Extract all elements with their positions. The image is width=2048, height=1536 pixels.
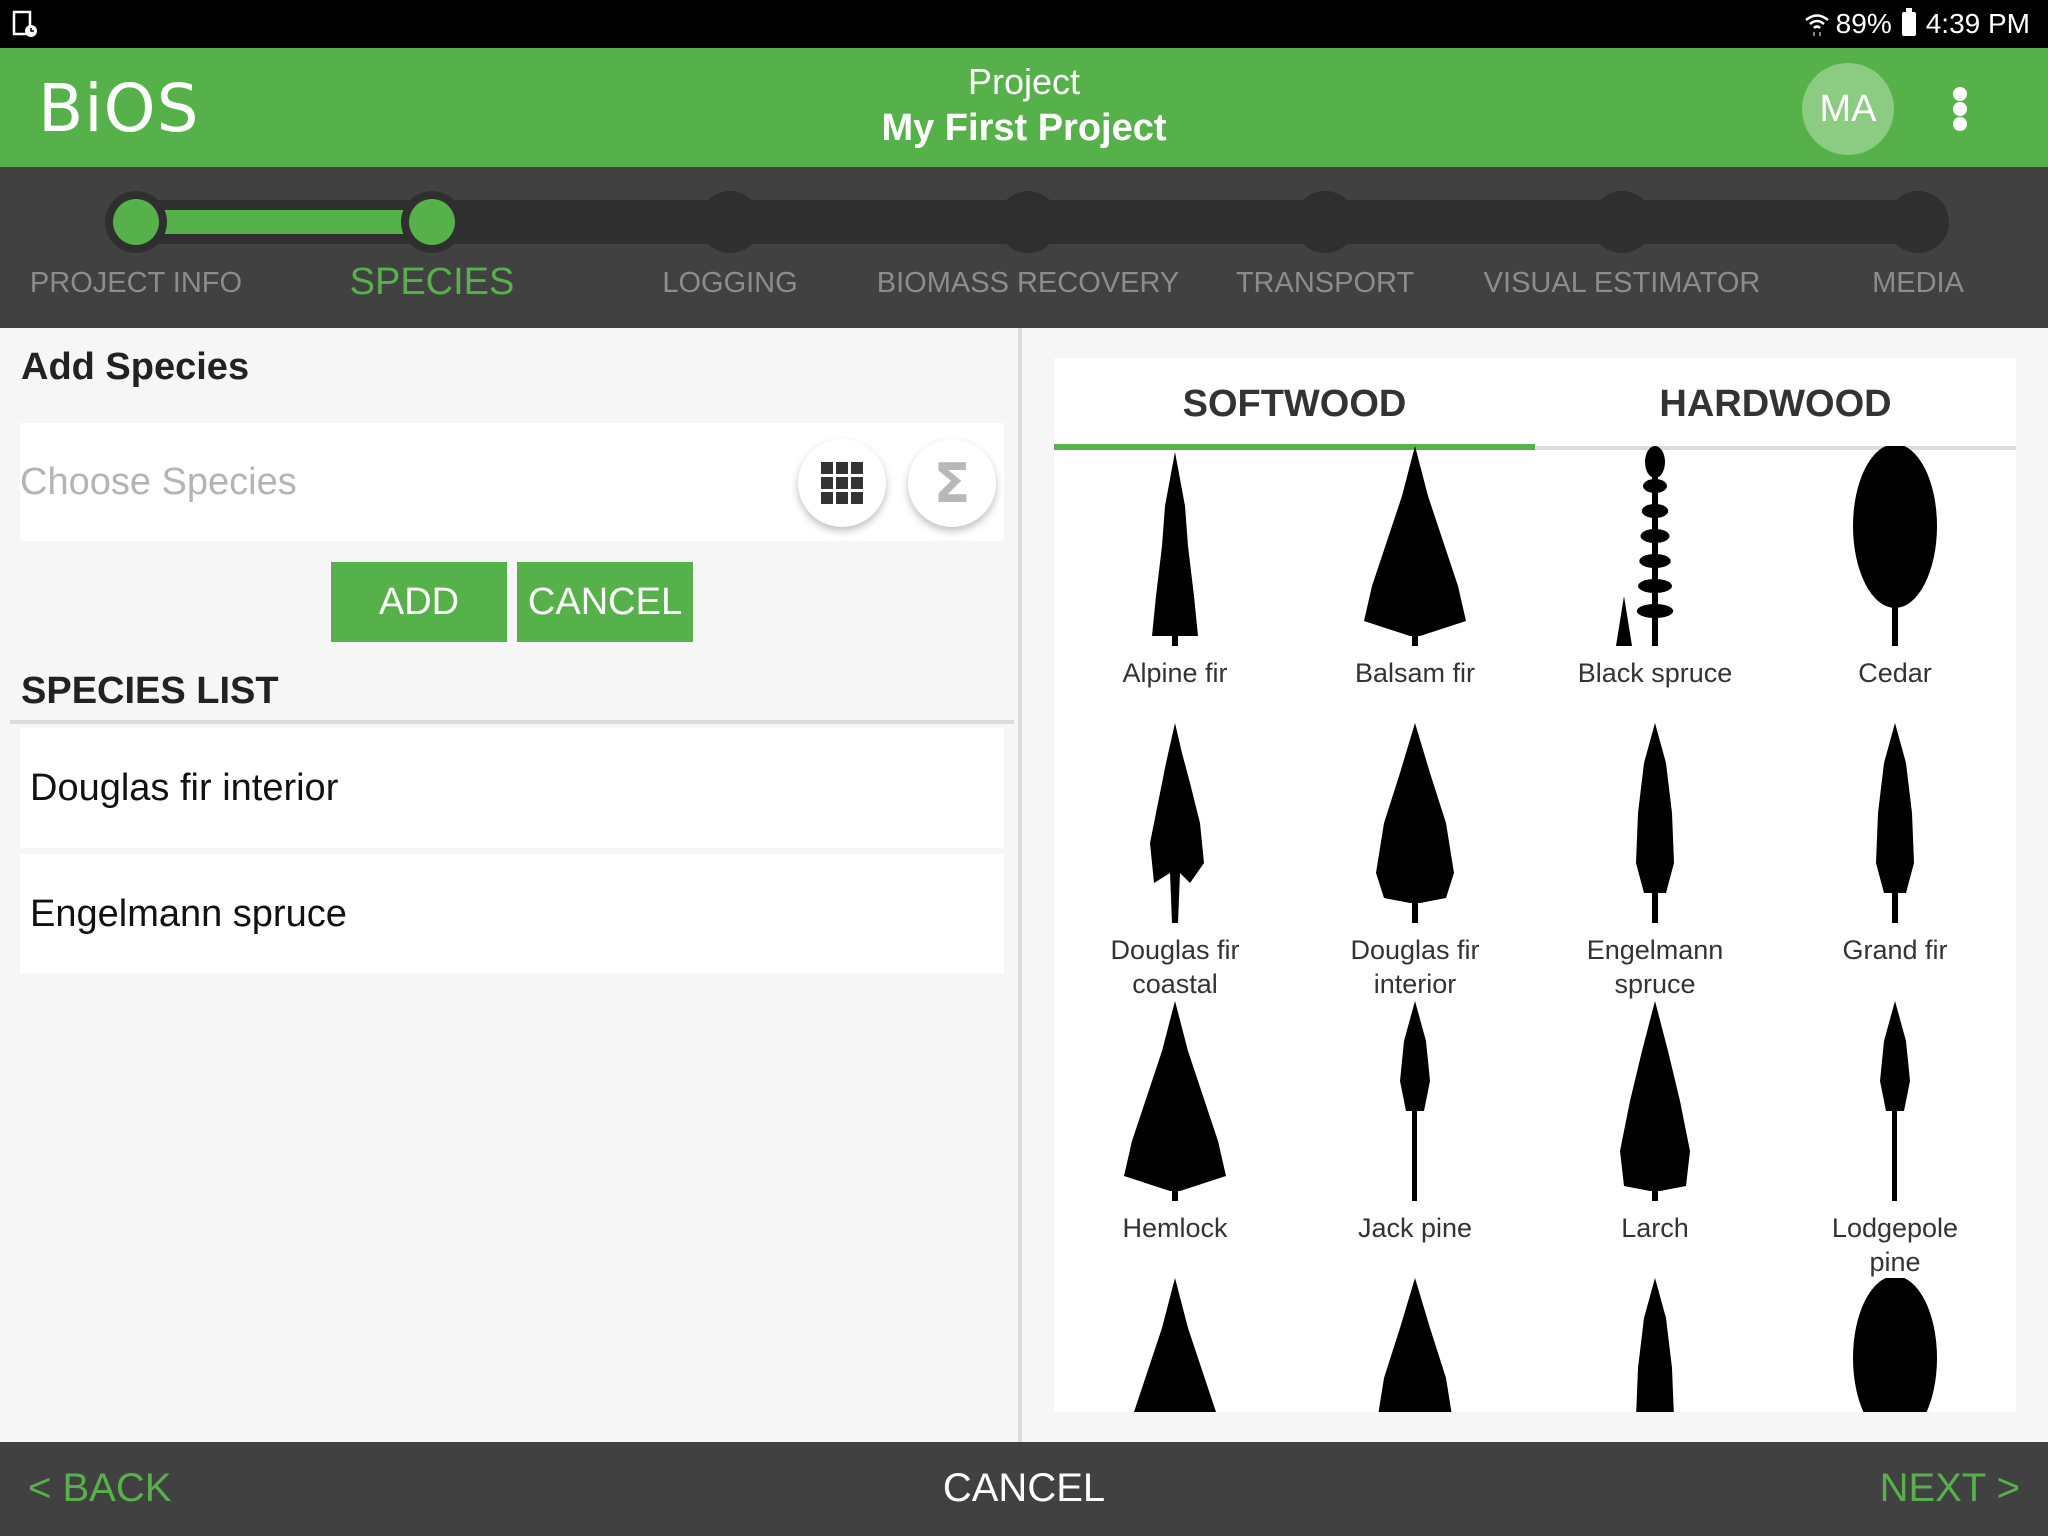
app-header: BiOS Project My First Project MA (0, 48, 2048, 167)
species-picker-panel: SOFTWOOD HARDWOOD Alpine fir Balsam fir Bl… (1022, 328, 2048, 1442)
tree-option[interactable]: Balsam fir (1292, 446, 1538, 690)
tree-option-label: Grand fir (1842, 935, 1948, 965)
tree-option[interactable] (1054, 1278, 1298, 1412)
step-node-4[interactable] (997, 191, 1059, 253)
user-avatar[interactable]: MA (1802, 63, 1894, 155)
balsam-fir-tree-icon (1292, 446, 1538, 646)
tree-option[interactable]: Engelmann spruce (1532, 723, 1778, 1001)
tab-hardwood[interactable]: HARDWOOD (1535, 358, 2016, 450)
step-label-project-info[interactable]: PROJECT INFO (30, 267, 242, 300)
douglas-fir-interior-tree-icon (1292, 723, 1538, 923)
step-label-biomass-recovery[interactable]: BIOMASS RECOVERY (877, 267, 1179, 300)
more-vert-icon[interactable] (1945, 82, 1975, 136)
tree-option[interactable] (1532, 1278, 1778, 1412)
douglas-fir-coastal-tree-icon (1054, 723, 1298, 923)
species-list-heading: SPECIES LIST (21, 670, 279, 712)
tree-option[interactable]: Black spruce (1532, 446, 1778, 690)
alpine-fir-tree-icon (1054, 446, 1298, 646)
step-node-6[interactable] (1591, 191, 1653, 253)
tree-option-label: Douglas fir coastal (1110, 935, 1240, 999)
step-node-1[interactable] (105, 191, 167, 253)
bottom-nav-bar: < BACK CANCEL NEXT > (0, 1442, 2048, 1536)
tree-icon (1772, 1278, 2016, 1412)
species-list-item[interactable]: Engelmann spruce (20, 854, 1004, 974)
step-label-logging[interactable]: LOGGING (662, 267, 797, 300)
tree-icon (1532, 1278, 1778, 1412)
species-picker-card: SOFTWOOD HARDWOOD Alpine fir Balsam fir Bl… (1054, 358, 2016, 1412)
species-list-divider (10, 720, 1014, 724)
stepper-progress-fill (136, 210, 432, 234)
progress-stepper: PROJECT INFO SPECIES LOGGING BIOMASS RECOVE… (0, 167, 2048, 328)
cedar-tree-icon (1772, 446, 2016, 646)
sum-button[interactable]: Σ (908, 439, 996, 527)
add-species-panel: Add Species Σ ADD CANCEL SPECIES LIST Do… (0, 328, 1018, 1442)
add-button[interactable]: ADD (331, 562, 507, 642)
wifi-icon (1804, 14, 1829, 36)
species-grid-button[interactable] (798, 439, 886, 527)
engelmann-spruce-tree-icon (1532, 723, 1778, 923)
larch-tree-icon (1532, 1001, 1778, 1201)
clock: 4:39 PM (1925, 8, 2030, 39)
step-node-filled-dot (409, 199, 455, 245)
sigma-icon: Σ (933, 451, 971, 515)
step-node-filled-dot (113, 199, 159, 245)
project-subtitle: Project (967, 61, 1081, 102)
choose-species-input[interactable] (20, 423, 780, 541)
tab-softwood[interactable]: SOFTWOOD (1054, 358, 1535, 450)
lodgepole-pine-tree-icon (1772, 1001, 2016, 1201)
tree-option-label: Engelmann spruce (1586, 935, 1724, 999)
tree-option[interactable]: Jack pine (1292, 1001, 1538, 1245)
tree-option-label: Cedar (1858, 658, 1932, 688)
battery-icon (1901, 8, 1916, 36)
tree-option-label: Larch (1621, 1213, 1689, 1243)
species-list-item[interactable]: Douglas fir interior (20, 728, 1004, 848)
hemlock-tree-icon (1054, 1001, 1298, 1201)
tree-option-label: Hemlock (1122, 1213, 1228, 1243)
tree-option[interactable] (1772, 1278, 2016, 1412)
tree-option[interactable]: Grand fir (1772, 723, 2016, 967)
tree-option[interactable]: Alpine fir (1054, 446, 1298, 690)
tree-option-label: Douglas fir interior (1350, 935, 1480, 999)
jack-pine-tree-icon (1292, 1001, 1538, 1201)
tree-option[interactable]: Lodgepole pine (1772, 1001, 2016, 1279)
step-label-visual-estimator[interactable]: VISUAL ESTIMATOR (1484, 267, 1761, 300)
step-label-transport[interactable]: TRANSPORT (1236, 267, 1414, 300)
step-label-media[interactable]: MEDIA (1872, 267, 1964, 300)
step-node-2[interactable] (401, 191, 463, 253)
cancel-wizard-button[interactable]: CANCEL (943, 1466, 1105, 1510)
project-title: My First Project (881, 107, 1167, 149)
tree-option[interactable]: Douglas fir interior (1292, 723, 1538, 1001)
tree-option[interactable]: Douglas fir coastal (1054, 723, 1298, 1001)
add-species-heading: Add Species (21, 346, 250, 388)
tree-option-label: Black spruce (1577, 658, 1733, 688)
tree-option[interactable]: Larch (1532, 1001, 1778, 1245)
tree-option-label: Lodgepole pine (1831, 1213, 1959, 1277)
step-node-3[interactable] (699, 191, 761, 253)
grid-icon (821, 462, 863, 504)
step-node-7[interactable] (1887, 191, 1949, 253)
battery-percent: 89% (1835, 8, 1892, 39)
tree-option[interactable]: Cedar (1772, 446, 2016, 690)
species-input-row: Σ (20, 423, 1004, 541)
black-spruce-tree-icon (1532, 446, 1778, 646)
tree-option-label: Alpine fir (1122, 658, 1228, 688)
screen-record-icon (12, 10, 37, 37)
step-label-species[interactable]: SPECIES (350, 261, 515, 304)
project-title-block: Project My First Project (0, 60, 2048, 152)
tree-icon (1054, 1278, 1298, 1412)
next-button[interactable]: NEXT > (1880, 1466, 2020, 1511)
tree-option[interactable] (1292, 1278, 1538, 1412)
status-bar: 89% 4:39 PM (0, 0, 2048, 48)
bottom-cancel-wrap: CANCEL (0, 1466, 2048, 1511)
step-node-5[interactable] (1294, 191, 1356, 253)
cancel-add-button[interactable]: CANCEL (517, 562, 693, 642)
tree-icon (1292, 1278, 1538, 1412)
tree-option-label: Jack pine (1357, 1213, 1473, 1243)
grand-fir-tree-icon (1772, 723, 2016, 923)
tree-option-label: Balsam fir (1354, 658, 1476, 688)
tree-option[interactable]: Hemlock (1054, 1001, 1298, 1245)
